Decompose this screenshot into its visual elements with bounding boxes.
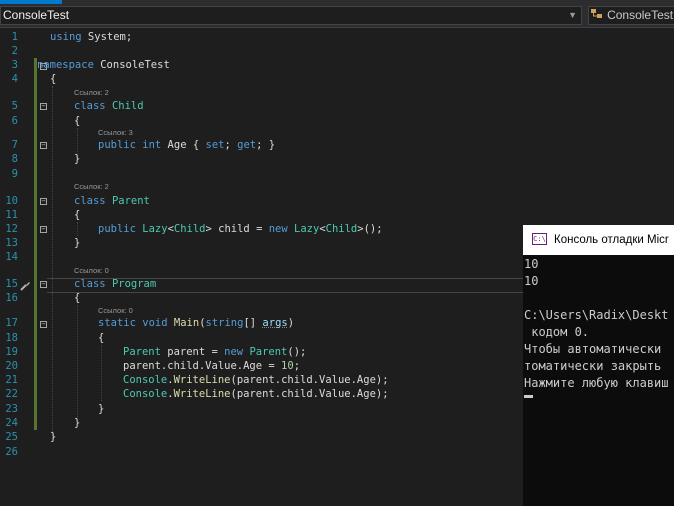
line-number: 8 <box>11 153 18 165</box>
code-line: class Child <box>74 100 144 112</box>
chevron-down-icon: ▼ <box>568 10 577 20</box>
line-number: 17 <box>5 317 18 329</box>
code-line: } <box>74 417 81 429</box>
code-line: namespace ConsoleTest <box>37 59 170 71</box>
collapse-icon[interactable]: − <box>40 281 47 288</box>
code-line: { <box>98 332 105 344</box>
code-line: { <box>74 115 81 127</box>
collapse-icon[interactable]: − <box>40 142 47 149</box>
code-line: static void Main(string[] args) <box>98 317 295 329</box>
references-codelens[interactable]: Ссылок: 2 <box>74 88 109 97</box>
line-number: 18 <box>5 332 18 344</box>
line-number: 19 <box>5 346 18 358</box>
console-output-line: C:\Users\Radix\Deskt <box>524 308 669 322</box>
class-icon <box>591 9 605 22</box>
line-number-gutter: 1 2 3 4 5 6 7 8 9 10 11 12 13 14 15 16 1… <box>0 28 34 506</box>
code-line: } <box>74 153 81 165</box>
line-number: 1 <box>11 31 18 43</box>
code-line: class Parent <box>74 195 150 207</box>
code-line: Console.WriteLine(parent.child.Value.Age… <box>123 374 389 386</box>
code-line: } <box>98 403 105 415</box>
code-line: { <box>74 292 81 304</box>
change-tracking-bar <box>34 58 37 430</box>
code-line: public int Age { set; get; } <box>98 139 276 151</box>
line-number: 25 <box>5 431 18 443</box>
project-name: ConsoleTest <box>3 8 70 22</box>
line-number: 11 <box>5 209 18 221</box>
indent-guide <box>52 86 53 438</box>
console-output-line: 10 <box>524 274 539 288</box>
debug-console-window[interactable]: C:\ Консоль отладки Micr 10 10 C:\Users\… <box>523 225 674 506</box>
code-line: { <box>50 73 57 85</box>
indent-guide <box>101 345 102 401</box>
navigation-bar: ConsoleTest ▼ ConsoleTest.I <box>0 4 674 28</box>
code-line: Console.WriteLine(parent.child.Value.Age… <box>123 388 389 400</box>
references-codelens[interactable]: Ссылок: 2 <box>74 182 109 191</box>
console-output-line: Нажмите любую клавиш <box>524 376 669 390</box>
line-number: 22 <box>5 388 18 400</box>
code-line: class Program <box>74 278 157 290</box>
line-number: 26 <box>5 446 18 458</box>
quick-actions-icon[interactable] <box>19 280 31 294</box>
console-output-line: кодом 0. <box>524 325 590 339</box>
line-number: 3 <box>11 59 18 71</box>
line-number: 23 <box>5 403 18 415</box>
references-codelens[interactable]: Ссылок: 0 <box>98 306 133 315</box>
line-number: 7 <box>11 139 18 151</box>
code-line: Parent parent = new Parent(); <box>123 346 307 358</box>
line-number: 9 <box>11 168 18 180</box>
member-name: ConsoleTest.I <box>607 8 674 22</box>
member-dropdown[interactable]: ConsoleTest.I <box>588 6 674 25</box>
console-title-bar[interactable]: C:\ Консоль отладки Micr <box>523 225 674 255</box>
collapse-icon[interactable]: − <box>40 198 47 205</box>
code-line: } <box>74 237 81 249</box>
line-number: 2 <box>11 45 18 57</box>
console-cursor <box>524 395 533 398</box>
collapse-icon[interactable]: − <box>40 103 47 110</box>
line-number: 20 <box>5 360 18 372</box>
indent-guide <box>77 305 78 417</box>
console-output-line: Чтобы автоматически <box>524 342 662 356</box>
line-number: 4 <box>11 73 18 85</box>
line-number: 24 <box>5 417 18 429</box>
collapse-icon[interactable]: − <box>40 321 47 328</box>
references-codelens[interactable]: Ссылок: 0 <box>74 266 109 275</box>
code-line: public Lazy<Child> child = new Lazy<Chil… <box>98 223 383 235</box>
code-line: parent.child.Value.Age = 10; <box>123 360 301 372</box>
console-title: Консоль отладки Micr <box>554 234 669 246</box>
line-number: 15 <box>5 278 18 290</box>
project-dropdown[interactable]: ConsoleTest ▼ <box>0 6 582 25</box>
line-number: 12 <box>5 223 18 235</box>
code-line: { <box>74 209 81 221</box>
line-number: 13 <box>5 237 18 249</box>
code-line: } <box>50 431 57 443</box>
line-number: 5 <box>11 100 18 112</box>
indent-guide <box>77 222 78 236</box>
references-codelens[interactable]: Ссылок: 3 <box>98 128 133 137</box>
console-app-icon: C:\ <box>532 233 547 245</box>
line-number: 6 <box>11 115 18 127</box>
line-number: 14 <box>5 251 18 263</box>
line-number: 16 <box>5 292 18 304</box>
line-number: 10 <box>5 195 18 207</box>
collapse-icon[interactable]: − <box>40 226 47 233</box>
console-output-line: 10 <box>524 257 539 271</box>
line-number: 21 <box>5 374 18 386</box>
code-line: using System; <box>50 31 133 43</box>
console-output-line: томатически закрыть <box>524 359 662 373</box>
